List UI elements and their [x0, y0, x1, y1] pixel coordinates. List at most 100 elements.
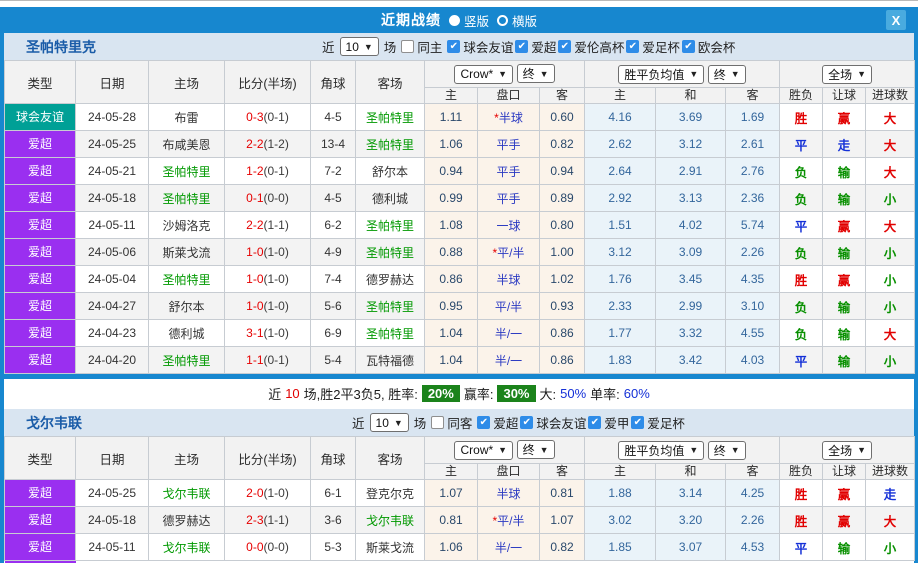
odds-away: 0.82: [540, 131, 585, 158]
avg-away: 4.55: [726, 320, 780, 347]
away-team[interactable]: 圣帕特里: [356, 293, 425, 320]
layout-option-horizontal[interactable]: 横版: [497, 11, 537, 30]
handicap-cell: 半球: [478, 480, 540, 507]
column-header-corner: 角球: [311, 61, 356, 104]
avg-select[interactable]: 胜平负均值▼: [618, 65, 704, 84]
away-team[interactable]: 圣帕特里: [356, 239, 425, 266]
home-team[interactable]: 德利城: [149, 320, 225, 347]
home-team[interactable]: 戈尔韦联: [149, 534, 225, 561]
sub-header-avg-draw: 和: [656, 88, 726, 104]
avg-final-select[interactable]: 终▼: [708, 65, 746, 84]
league-filter-checkbox[interactable]: ✔爱超: [515, 37, 556, 56]
league-filter-checkbox[interactable]: ✔爱足杯: [626, 37, 680, 56]
radio-selected-icon[interactable]: [449, 15, 460, 26]
match-count-select[interactable]: 10▼: [370, 413, 409, 432]
away-team[interactable]: 圣帕特里: [356, 104, 425, 131]
league-type-badge[interactable]: 球会友谊: [5, 104, 75, 130]
chevron-down-icon: ▼: [731, 69, 740, 79]
away-team[interactable]: 舒尔本: [356, 158, 425, 185]
away-team[interactable]: 戈尔韦联: [356, 507, 425, 534]
league-type-badge[interactable]: 爱超: [5, 239, 75, 265]
league-type-badge[interactable]: 爱超: [5, 212, 75, 238]
odds-group-header: Crow*▼ 终▼: [425, 61, 585, 88]
league-type-badge[interactable]: 爱超: [5, 507, 75, 533]
home-team[interactable]: 圣帕特里: [149, 158, 225, 185]
league-type-badge[interactable]: 爱超: [5, 480, 75, 506]
handicap-text: 一球: [496, 219, 520, 233]
odds-source-select[interactable]: Crow*▼: [454, 65, 513, 84]
odds-source-value: Crow*: [460, 443, 493, 457]
home-team[interactable]: 圣帕特里: [149, 185, 225, 212]
league-type-badge[interactable]: 爱超: [5, 266, 75, 292]
chevron-down-icon: ▼: [540, 445, 549, 455]
unit-label: 场: [384, 37, 397, 56]
home-team[interactable]: 斯莱戈流: [149, 239, 225, 266]
league-filter-checkbox[interactable]: ✔欧会杯: [682, 37, 736, 56]
away-team[interactable]: 德利城: [356, 185, 425, 212]
match-date: 24-05-11: [76, 212, 149, 239]
league-type-badge[interactable]: 爱超: [5, 293, 75, 319]
fulltime-score: 1-0: [246, 245, 263, 259]
corner-score: 4-5: [311, 185, 356, 212]
same-away-filter[interactable]: 同客: [431, 413, 472, 432]
corner-score: 5-4: [311, 347, 356, 374]
corner-score: 7-4: [311, 266, 356, 293]
result-wdl: 胜: [780, 507, 823, 534]
league-type-badge[interactable]: 爱超: [5, 185, 75, 211]
league-filter-checkbox[interactable]: ✔爱超: [477, 413, 518, 432]
checkbox-checked-icon: ✔: [631, 416, 644, 429]
result-goals: 大: [866, 507, 915, 534]
avg-home: 4.16: [585, 104, 656, 131]
near-label: 近: [322, 37, 335, 56]
away-team[interactable]: 圣帕特里: [356, 131, 425, 158]
home-team[interactable]: 圣帕特里: [149, 347, 225, 374]
away-team[interactable]: 瓦特福德: [356, 347, 425, 374]
layout-option-vertical[interactable]: 竖版: [449, 11, 489, 30]
close-button[interactable]: X: [886, 10, 906, 30]
match-count-select[interactable]: 10▼: [340, 37, 379, 56]
away-team[interactable]: 登克尔克: [356, 480, 425, 507]
handicap-text: 半球: [499, 111, 523, 125]
home-team[interactable]: 德罗赫达: [149, 507, 225, 534]
away-team[interactable]: 斯莱戈流: [356, 534, 425, 561]
checkbox-unchecked-icon[interactable]: [431, 416, 444, 429]
odds-final-select[interactable]: 终▼: [517, 440, 555, 459]
scope-select[interactable]: 全场▼: [822, 441, 872, 460]
home-team[interactable]: 布咸美恩: [149, 131, 225, 158]
avg-select[interactable]: 胜平负均值▼: [618, 441, 704, 460]
match-row: 爱超 24-04-20 圣帕特里 1-1(0-1) 5-4 瓦特福德 1.04 …: [5, 347, 915, 374]
radio-unselected-icon[interactable]: [497, 15, 508, 26]
league-type-badge[interactable]: 爱超: [5, 347, 75, 373]
home-team[interactable]: 圣帕特里: [149, 266, 225, 293]
league-filter-checkbox[interactable]: ✔球会友谊: [520, 413, 586, 432]
odds-source-value: Crow*: [460, 67, 493, 81]
league-type-badge[interactable]: 爱超: [5, 320, 75, 346]
same-home-filter[interactable]: 同主: [401, 37, 442, 56]
home-team[interactable]: 布雷: [149, 104, 225, 131]
league-type-badge[interactable]: 爱超: [5, 534, 75, 560]
league-filter-checkbox[interactable]: ✔爱伦高杯: [558, 37, 624, 56]
summary-bar: 近10场,胜2平3负5, 胜率: 20% 赢率: 30% 大:50% 单率:60…: [4, 379, 914, 407]
home-team[interactable]: 戈尔韦联: [149, 480, 225, 507]
checkbox-unchecked-icon[interactable]: [401, 40, 414, 53]
chevron-down-icon: ▼: [857, 69, 866, 79]
away-team[interactable]: 德罗赫达: [356, 266, 425, 293]
league-filter-checkbox[interactable]: ✔爱足杯: [631, 413, 685, 432]
handicap-text: 半球: [496, 273, 520, 287]
odds-source-select[interactable]: Crow* ▼: [454, 441, 513, 460]
league-filter-checkbox[interactable]: ✔球会友谊: [447, 37, 513, 56]
chevron-down-icon: ▼: [498, 445, 507, 455]
home-team[interactable]: 沙姆洛克: [149, 212, 225, 239]
scope-select[interactable]: 全场▼: [822, 65, 872, 84]
away-team[interactable]: 圣帕特里: [356, 320, 425, 347]
league-type-badge[interactable]: 爱超: [5, 158, 75, 184]
team-section-header-1: 圣帕特里克 近 10▼ 场 同主 ✔球会友谊✔爱超✔爱伦高杯✔爱足杯✔欧会杯: [4, 33, 914, 60]
corner-score: 13-4: [311, 131, 356, 158]
league-filter-checkbox[interactable]: ✔爱甲: [588, 413, 629, 432]
avg-final-select[interactable]: 终▼: [708, 441, 746, 460]
league-type-badge[interactable]: 爱超: [5, 131, 75, 157]
away-team[interactable]: 圣帕特里: [356, 212, 425, 239]
odds-final-select[interactable]: 终▼: [517, 64, 555, 83]
avg-away: 2.26: [726, 239, 780, 266]
home-team[interactable]: 舒尔本: [149, 293, 225, 320]
